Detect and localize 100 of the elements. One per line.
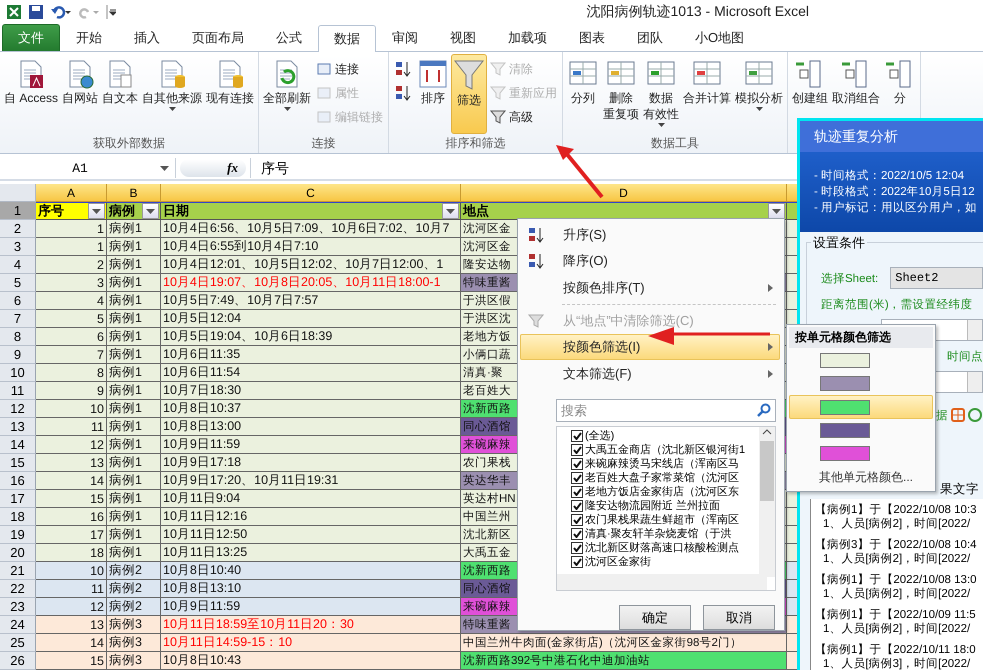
table-cell: 2 <box>36 256 107 274</box>
table-cell: 病例1 <box>107 526 161 544</box>
window-title: 沈阳病例轨迹1013 - Microsoft Excel <box>586 2 809 21</box>
table-cell: 10月11日12:16 <box>161 508 461 526</box>
table-cell: 10 <box>36 400 107 418</box>
submenu-title: 按单元格颜色筛选 <box>789 327 933 348</box>
table-cell: 14 <box>36 472 107 490</box>
result-line: 1、人员[病例2]，时间[2022/ <box>822 552 972 566</box>
table-cell: 10月4日19:07、10月8日20:05、10月11日18:00-1 <box>161 274 461 292</box>
dialog-title: 轨迹重复分析 <box>800 121 983 152</box>
table-cell: 病例2 <box>107 580 161 598</box>
table-cell: 病例1 <box>107 382 161 400</box>
header-cell: 日期 <box>161 202 461 220</box>
table-cell: 10月7日18:30 <box>161 382 461 400</box>
table-cell: 沈新西路392号中港石化中迪加油站 <box>461 652 787 670</box>
table-cell: 病例1 <box>107 310 161 328</box>
result-line: 1、人员[病例2]，时间[2022/ <box>822 622 972 636</box>
result-line: 【病例1】于【2022/10/08 13:0 <box>815 573 978 587</box>
result-line: 【病例1】于【2022/10/11 18:0 <box>815 643 977 657</box>
toolbar-label: 据 <box>936 408 948 422</box>
table-cell: 10月8日10:40 <box>161 562 461 580</box>
table-cell: 13 <box>36 454 107 472</box>
result-label: 果文字 <box>940 481 980 498</box>
table-cell: 9 <box>36 382 107 400</box>
table-cell: 12 <box>36 598 107 616</box>
table-cell: 10月11日12:50 <box>161 526 461 544</box>
table-cell: 病例1 <box>107 490 161 508</box>
table-cell: 16 <box>36 508 107 526</box>
field-label: 距离范围(米)，需设置经纬度 <box>821 297 973 312</box>
table-cell: 14 <box>36 634 107 652</box>
table-cell: 10月11日14:59-15：10 <box>161 634 461 652</box>
field-label: 选择Sheet: <box>821 272 878 286</box>
group-label: 获取外部数据 <box>93 135 165 152</box>
header-cell: 序号 <box>36 202 107 220</box>
table-cell: 10月4日6:55到10月4日7:10 <box>161 238 461 256</box>
table-cell: 6 <box>36 328 107 346</box>
format-note: - 时段格式：2022年10月5日12 <box>814 184 976 200</box>
table-cell: 7 <box>36 346 107 364</box>
result-line: 1、人员[病例3]，时间[2022/ <box>822 657 972 670</box>
table-cell: 病例1 <box>107 238 161 256</box>
table-cell: 病例1 <box>107 256 161 274</box>
table-cell: 1 <box>36 238 107 256</box>
table-cell: 12 <box>36 436 107 454</box>
table-cell: 15 <box>36 652 107 670</box>
table-cell: 10月8日10:43 <box>161 652 461 670</box>
table-cell: 10月8日13:00 <box>161 418 461 436</box>
table-cell: 15 <box>36 490 107 508</box>
table-cell: 10 <box>36 562 107 580</box>
table-cell: 10月11日13:25 <box>161 544 461 562</box>
table-cell: 11 <box>36 418 107 436</box>
table-cell: 10月8日10:37 <box>161 400 461 418</box>
table-cell: 4 <box>36 292 107 310</box>
table-cell: 13 <box>36 616 107 634</box>
header-cell: 病例 <box>107 202 161 220</box>
table-cell: 病例3 <box>107 616 161 634</box>
table-cell: 病例1 <box>107 400 161 418</box>
table-cell: 中国兰州牛肉面(金家街店)（沈河区金家街98号2门） <box>461 634 787 652</box>
table-cell: 病例1 <box>107 472 161 490</box>
table-cell: 10月11日9:04 <box>161 490 461 508</box>
result-line: 1、人员[病例2]，时间[2022/ <box>822 517 972 531</box>
table-cell: 3 <box>36 274 107 292</box>
group-label: 数据工具 <box>651 135 700 152</box>
result-line: 1、人员[病例2]，时间[2022/ <box>822 587 972 601</box>
table-cell: 病例1 <box>107 418 161 436</box>
table-cell: 10月4日6:56、10月5日7:09、10月6日7:02、10月7 <box>161 220 461 238</box>
format-note: - 用户标记：用以区分用户，如 <box>814 200 978 216</box>
table-cell: 病例2 <box>107 598 161 616</box>
table-cell: 10月6日11:54 <box>161 364 461 382</box>
table-cell: 病例1 <box>107 274 161 292</box>
table-cell: 17 <box>36 526 107 544</box>
table-cell: 10月4日12:01、10月5日12:02、10月7日12:00、1 <box>161 256 461 274</box>
table-cell: 病例3 <box>107 634 161 652</box>
table-cell: 病例1 <box>107 544 161 562</box>
table-cell: 病例1 <box>107 220 161 238</box>
table-cell: 10月6日11:35 <box>161 346 461 364</box>
result-line: 【病例1】于【2022/10/08 10:3 <box>815 503 978 517</box>
table-cell: 10月9日17:18 <box>161 454 461 472</box>
table-cell: 病例2 <box>107 562 161 580</box>
group-label: 连接 <box>312 135 336 152</box>
table-cell: 病例1 <box>107 328 161 346</box>
table-cell: 病例3 <box>107 652 161 670</box>
table-cell: 病例1 <box>107 454 161 472</box>
table-cell: 11 <box>36 580 107 598</box>
table-cell: 10月9日17:20、10月11日19:31 <box>161 472 461 490</box>
group-label: 排序和筛选 <box>446 135 506 152</box>
result-line: 【病例3】于【2022/10/08 10:4 <box>815 538 978 552</box>
table-cell: 10月5日7:49、10月7日7:57 <box>161 292 461 310</box>
result-line: 【病例1】于【2022/10/09 11:5 <box>815 608 977 622</box>
field-label: 时间点 <box>947 350 983 364</box>
table-cell: 10月11日18:59至10月11日20：30 <box>161 616 461 634</box>
section-title: 设置条件 <box>811 234 867 252</box>
table-cell: 10月8日13:10 <box>161 580 461 598</box>
table-cell: 病例1 <box>107 436 161 454</box>
table-cell: 10月5日12:04 <box>161 310 461 328</box>
table-cell: 8 <box>36 364 107 382</box>
table-cell: 病例1 <box>107 364 161 382</box>
table-cell: 10月9日11:59 <box>161 436 461 454</box>
header-cell: 地点 <box>461 202 787 220</box>
table-cell: 1 <box>36 220 107 238</box>
table-cell: 5 <box>36 310 107 328</box>
